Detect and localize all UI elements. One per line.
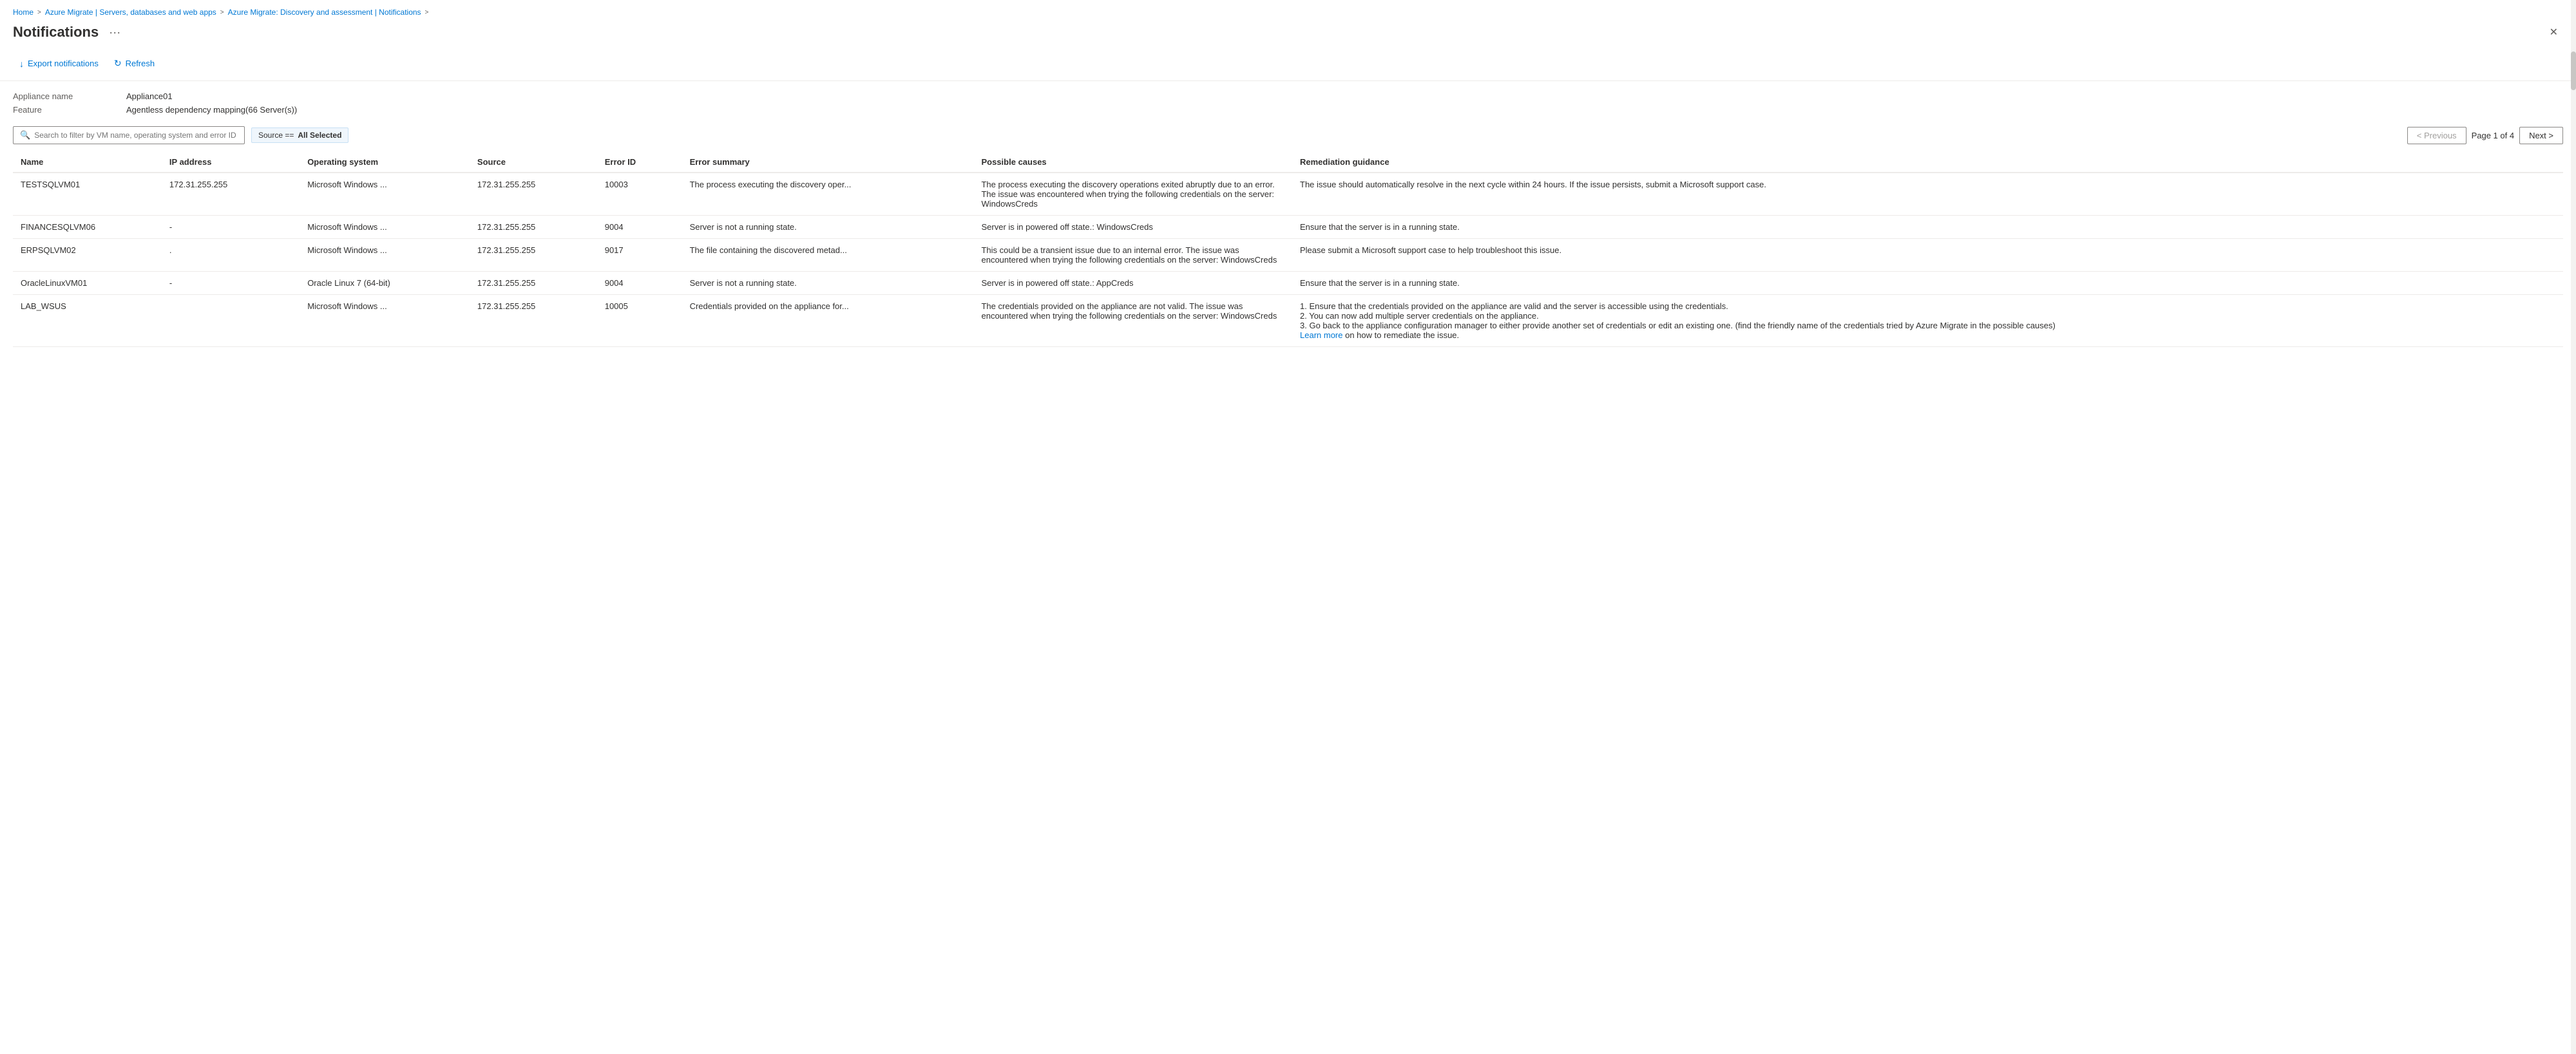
cell-ip: .: [162, 239, 300, 272]
close-button[interactable]: ✕: [2544, 23, 2563, 41]
cell-error-id: 9017: [597, 239, 682, 272]
cell-error-summary: Server is not a running state.: [682, 272, 974, 295]
cell-error-id: 10005: [597, 295, 682, 347]
breadcrumb-notifications[interactable]: Azure Migrate: Discovery and assessment …: [228, 8, 421, 17]
source-filter-tag[interactable]: Source == All Selected: [251, 127, 348, 143]
cell-name: OracleLinuxVM01: [13, 272, 162, 295]
table-row: OracleLinuxVM01 - Oracle Linux 7 (64-bit…: [13, 272, 2563, 295]
col-header-error-id: Error ID: [597, 152, 682, 173]
cell-remediation: Ensure that the server is in a running s…: [1292, 216, 2563, 239]
col-header-possible-causes: Possible causes: [973, 152, 1292, 173]
table-header: Name IP address Operating system Source …: [13, 152, 2563, 173]
feature-value: Agentless dependency mapping(66 Server(s…: [126, 105, 2563, 115]
refresh-button[interactable]: ↻ Refresh: [108, 54, 161, 73]
cell-os: Microsoft Windows ...: [300, 239, 470, 272]
page-header: Notifications ··· ✕: [0, 21, 2576, 49]
filter-value: All Selected: [298, 131, 341, 140]
cell-error-id: 9004: [597, 272, 682, 295]
cell-error-id: 9004: [597, 216, 682, 239]
meta-section: Appliance name Appliance01 Feature Agent…: [13, 91, 2563, 115]
cell-ip: [162, 295, 300, 347]
appliance-value: Appliance01: [126, 91, 2563, 101]
appliance-label: Appliance name: [13, 91, 116, 101]
scrollbar-track[interactable]: [2571, 0, 2576, 1054]
table-row: TESTSQLVM01 172.31.255.255 Microsoft Win…: [13, 173, 2563, 216]
cell-os: Oracle Linux 7 (64-bit): [300, 272, 470, 295]
filters-bar: 🔍 Source == All Selected < Previous Page…: [13, 126, 2563, 144]
search-icon: 🔍: [20, 130, 30, 140]
learn-more-link[interactable]: Learn more: [1300, 330, 1342, 340]
cell-remediation: Please submit a Microsoft support case t…: [1292, 239, 2563, 272]
breadcrumb-home[interactable]: Home: [13, 8, 33, 17]
col-header-source: Source: [470, 152, 597, 173]
cell-source: 172.31.255.255: [470, 295, 597, 347]
cell-error-summary: Credentials provided on the appliance fo…: [682, 295, 974, 347]
content-area: Appliance name Appliance01 Feature Agent…: [0, 81, 2576, 357]
cell-ip: -: [162, 272, 300, 295]
table-row: ERPSQLVM02 . Microsoft Windows ... 172.3…: [13, 239, 2563, 272]
search-input[interactable]: [34, 131, 238, 140]
pagination: < Previous Page 1 of 4 Next >: [2407, 127, 2563, 144]
cell-error-summary: Server is not a running state.: [682, 216, 974, 239]
search-box[interactable]: 🔍: [13, 126, 245, 144]
breadcrumb-sep-1: >: [37, 9, 41, 16]
filter-prefix: Source ==: [258, 131, 294, 140]
previous-button[interactable]: < Previous: [2407, 127, 2466, 144]
breadcrumb-servers[interactable]: Azure Migrate | Servers, databases and w…: [45, 8, 216, 17]
col-header-os: Operating system: [300, 152, 470, 173]
col-header-remediation: Remediation guidance: [1292, 152, 2563, 173]
page-info: Page 1 of 4: [2472, 131, 2515, 140]
cell-possible-causes: The process executing the discovery oper…: [973, 173, 1292, 216]
toolbar: ↓ Export notifications ↻ Refresh: [0, 49, 2576, 81]
export-notifications-button[interactable]: ↓ Export notifications: [13, 55, 105, 73]
cell-source: 172.31.255.255: [470, 239, 597, 272]
scrollbar-thumb[interactable]: [2571, 52, 2576, 90]
cell-source: 172.31.255.255: [470, 173, 597, 216]
cell-remediation: 1. Ensure that the credentials provided …: [1292, 295, 2563, 347]
table-row: FINANCESQLVM06 - Microsoft Windows ... 1…: [13, 216, 2563, 239]
notifications-table: Name IP address Operating system Source …: [13, 152, 2563, 347]
cell-remediation: Ensure that the server is in a running s…: [1292, 272, 2563, 295]
table-row: LAB_WSUS Microsoft Windows ... 172.31.25…: [13, 295, 2563, 347]
next-button[interactable]: Next >: [2519, 127, 2563, 144]
cell-os: Microsoft Windows ...: [300, 216, 470, 239]
feature-label: Feature: [13, 105, 116, 115]
cell-possible-causes: The credentials provided on the applianc…: [973, 295, 1292, 347]
export-label: Export notifications: [28, 59, 99, 68]
cell-name: ERPSQLVM02: [13, 239, 162, 272]
breadcrumb-sep-3: >: [425, 9, 429, 16]
col-header-ip: IP address: [162, 152, 300, 173]
cell-ip: -: [162, 216, 300, 239]
cell-possible-causes: Server is in powered off state.: Windows…: [973, 216, 1292, 239]
cell-remediation: The issue should automatically resolve i…: [1292, 173, 2563, 216]
breadcrumb: Home > Azure Migrate | Servers, database…: [0, 0, 2576, 21]
cell-possible-causes: Server is in powered off state.: AppCred…: [973, 272, 1292, 295]
cell-name: LAB_WSUS: [13, 295, 162, 347]
cell-name: FINANCESQLVM06: [13, 216, 162, 239]
cell-error-summary: The process executing the discovery oper…: [682, 173, 974, 216]
cell-source: 172.31.255.255: [470, 272, 597, 295]
export-icon: ↓: [19, 59, 24, 69]
cell-possible-causes: This could be a transient issue due to a…: [973, 239, 1292, 272]
breadcrumb-sep-2: >: [220, 9, 224, 16]
more-options-button[interactable]: ···: [105, 24, 124, 41]
col-header-error-summary: Error summary: [682, 152, 974, 173]
refresh-label: Refresh: [126, 59, 155, 68]
cell-os: Microsoft Windows ...: [300, 173, 470, 216]
table-body: TESTSQLVM01 172.31.255.255 Microsoft Win…: [13, 173, 2563, 347]
page-title: Notifications: [13, 24, 99, 41]
cell-os: Microsoft Windows ...: [300, 295, 470, 347]
col-header-name: Name: [13, 152, 162, 173]
refresh-icon: ↻: [114, 58, 122, 69]
cell-name: TESTSQLVM01: [13, 173, 162, 216]
cell-ip: 172.31.255.255: [162, 173, 300, 216]
cell-error-id: 10003: [597, 173, 682, 216]
cell-source: 172.31.255.255: [470, 216, 597, 239]
cell-error-summary: The file containing the discovered metad…: [682, 239, 974, 272]
